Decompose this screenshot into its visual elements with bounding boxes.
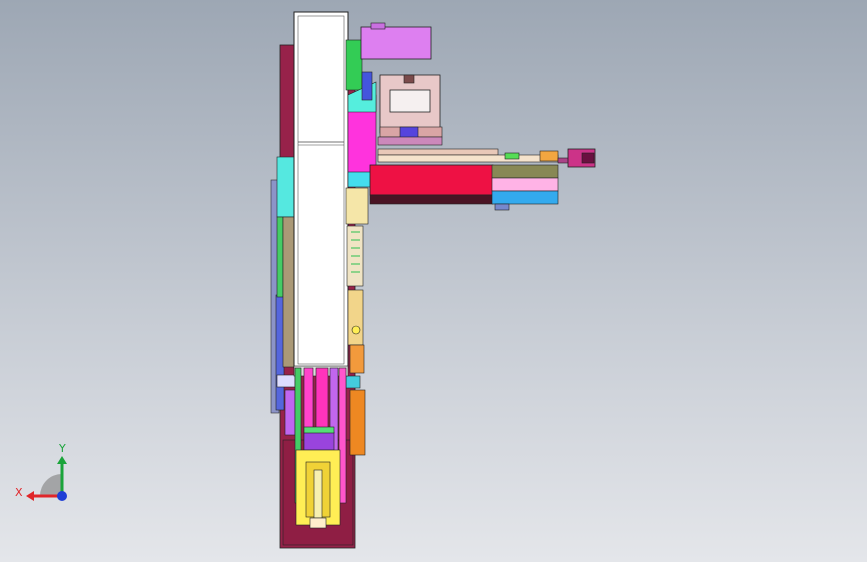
bracket-top-knob[interactable] [403,74,415,84]
orange-side-block[interactable] [349,344,365,374]
x-axis-label: X [15,486,23,499]
arm-green-tab[interactable] [504,152,520,160]
cyan-lower-tab[interactable] [345,375,361,389]
left-green-bar[interactable] [276,216,284,298]
arm-rail-top[interactable] [377,148,499,156]
arm-lower-tab[interactable] [494,203,510,211]
main-white-column-inner[interactable] [297,15,345,365]
arm-sky-block[interactable] [491,190,559,205]
orientation-triad[interactable]: X Y [10,440,80,510]
left-cyan-block[interactable] [276,156,295,218]
left-lavender-band[interactable] [276,374,296,388]
left-olive-bar[interactable] [282,216,295,368]
arm-dark-strip[interactable] [369,194,494,205]
arm-orange-tab[interactable] [539,150,559,162]
arm-pink-block[interactable] [491,177,559,192]
violet-box-tab[interactable] [370,22,386,30]
y-axis-label: Y [59,442,66,455]
orange-lower-block[interactable] [349,389,366,456]
arm-rail[interactable] [377,154,559,163]
model-viewport[interactable]: X Y [0,0,867,562]
rod-magenta-2[interactable] [315,367,329,429]
bracket-window[interactable] [389,89,431,113]
arm-olive-block[interactable] [491,164,559,179]
arm-red-block[interactable] [369,164,494,196]
bottom-base-tab[interactable] [309,517,327,529]
green-band[interactable] [303,426,335,434]
cyan-side-bar[interactable] [347,171,373,188]
yellow-knob[interactable] [351,325,361,335]
purple-band[interactable] [303,431,335,451]
ladder-strip[interactable] [345,187,369,225]
cad-model-drawing[interactable] [0,0,867,562]
blue-thin-strip[interactable] [361,71,373,101]
bracket-foot[interactable] [377,136,443,146]
green-upper-block[interactable] [345,39,363,91]
end-effector-tip[interactable] [581,152,595,164]
left-violet-block[interactable] [284,389,296,436]
z-axis-dot [57,491,67,501]
yellow-side-block[interactable] [347,289,364,346]
bottom-rod[interactable] [313,469,323,519]
violet-top-box[interactable] [360,26,432,60]
